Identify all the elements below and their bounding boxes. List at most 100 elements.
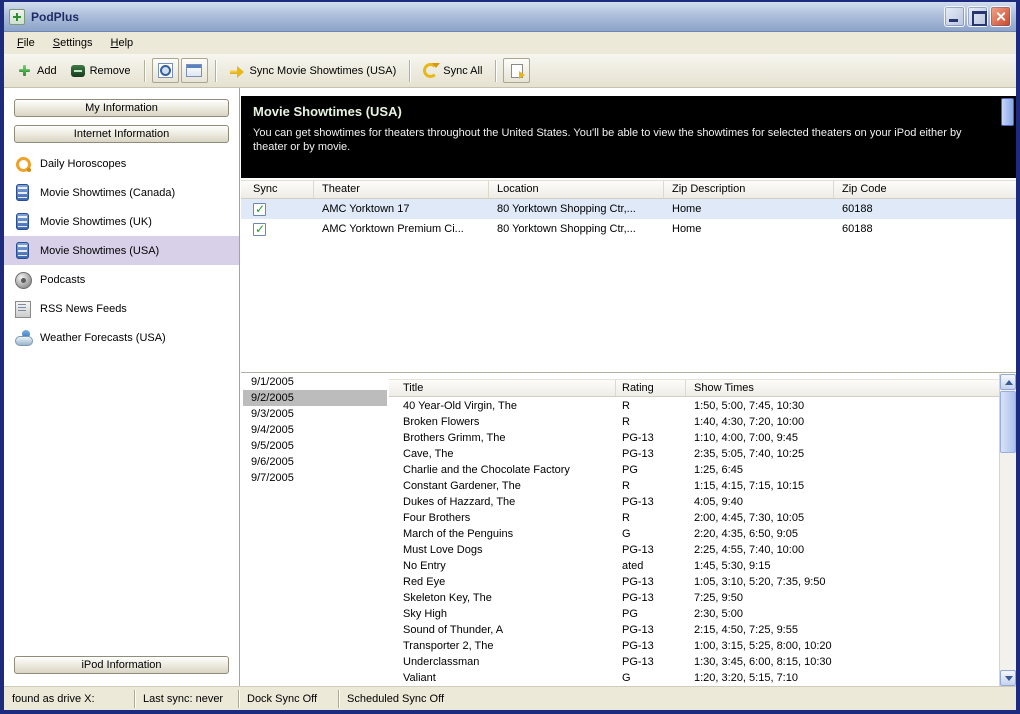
- sync-all-label: Sync All: [443, 64, 483, 77]
- theater-name: AMC Yorktown 17: [322, 203, 410, 215]
- movie-title: No Entry: [403, 560, 446, 572]
- sidebar-item-label: Movie Showtimes (USA): [40, 244, 160, 257]
- movie-row[interactable]: Underclassman PG-13 1:30, 3:45, 6:00, 8:…: [389, 654, 999, 670]
- theater-row[interactable]: AMC Yorktown Premium Ci... 80 Yorktown S…: [241, 219, 1016, 239]
- sync-checkbox[interactable]: [253, 222, 266, 236]
- toolbar: Add Remove Sync Movie Showtimes (USA) Sy…: [4, 54, 1016, 88]
- scrollbar-thumb[interactable]: [1000, 391, 1016, 453]
- column-header-theater[interactable]: Theater: [314, 181, 489, 198]
- movie-row[interactable]: 40 Year-Old Virgin, The R 1:50, 5:00, 7:…: [389, 398, 999, 414]
- details-button[interactable]: [180, 58, 208, 83]
- theater-row[interactable]: AMC Yorktown 17 80 Yorktown Shopping Ctr…: [241, 199, 1016, 219]
- scroll-up-icon[interactable]: [1000, 374, 1016, 390]
- movie-row[interactable]: Sky High PG 2:30, 5:00: [389, 606, 999, 622]
- column-header-zip-description[interactable]: Zip Description: [664, 181, 834, 198]
- movie-title: March of the Penguins: [403, 528, 514, 540]
- movie-row[interactable]: Skeleton Key, The PG-13 7:25, 9:50: [389, 590, 999, 606]
- movie-times: 4:05, 9:40: [694, 496, 743, 508]
- card-icon: [186, 64, 203, 77]
- movie-row[interactable]: Sound of Thunder, A PG-13 2:15, 4:50, 7:…: [389, 622, 999, 638]
- sidebar-item-label: RSS News Feeds: [40, 302, 127, 315]
- movie-row[interactable]: Cave, The PG-13 2:35, 5:05, 7:40, 10:25: [389, 446, 999, 462]
- movie-rating: PG-13: [622, 432, 654, 444]
- minimize-button[interactable]: [944, 6, 965, 27]
- movie-row[interactable]: Constant Gardener, The R 1:15, 4:15, 7:1…: [389, 478, 999, 494]
- sync-all-icon: [423, 63, 441, 78]
- date-item[interactable]: 9/2/2005: [243, 390, 387, 406]
- sidebar-item-movie-showtimes-uk-[interactable]: Movie Showtimes (UK): [4, 207, 239, 236]
- date-item[interactable]: 9/3/2005: [243, 406, 387, 422]
- date-item[interactable]: 9/1/2005: [243, 374, 387, 390]
- sidebar-item-podcasts[interactable]: Podcasts: [4, 265, 239, 294]
- movie-row[interactable]: Broken Flowers R 1:40, 4:30, 7:20, 10:00: [389, 414, 999, 430]
- header-scrollbar-thumb[interactable]: [1001, 98, 1014, 126]
- sidebar-item-daily-horoscopes[interactable]: Daily Horoscopes: [4, 149, 239, 178]
- column-header-rating[interactable]: Rating: [616, 380, 686, 396]
- my-information-button[interactable]: My Information: [14, 99, 229, 117]
- preview-button[interactable]: [151, 58, 179, 83]
- internet-information-button[interactable]: Internet Information: [14, 125, 229, 143]
- movie-row[interactable]: Charlie and the Chocolate Factory PG 1:2…: [389, 462, 999, 478]
- sidebar-item-label: Daily Horoscopes: [40, 157, 127, 170]
- movie-row[interactable]: Brothers Grimm, The PG-13 1:10, 4:00, 7:…: [389, 430, 999, 446]
- sidebar-list: Daily Horoscopes Movie Showtimes (Canada…: [4, 149, 239, 352]
- add-icon: [17, 63, 32, 78]
- column-header-showtimes[interactable]: Show Times: [686, 380, 999, 396]
- date-item[interactable]: 9/6/2005: [243, 454, 387, 470]
- movie-row[interactable]: Must Love Dogs PG-13 2:25, 4:55, 7:40, 1…: [389, 542, 999, 558]
- section-header: Movie Showtimes (USA) You can get showti…: [241, 96, 1016, 178]
- movie-times: 1:05, 3:10, 5:20, 7:35, 9:50: [694, 576, 826, 588]
- menu-item[interactable]: File: [8, 34, 44, 52]
- movie-scrollbar[interactable]: [999, 374, 1016, 686]
- movie-rating: PG: [622, 608, 638, 620]
- add-button-label: Add: [37, 64, 57, 77]
- menu-item[interactable]: Help: [102, 34, 143, 52]
- movie-row[interactable]: March of the Penguins G 2:20, 4:35, 6:50…: [389, 526, 999, 542]
- sidebar-item-weather-forecasts-usa-[interactable]: Weather Forecasts (USA): [4, 323, 239, 352]
- sidebar-item-icon: [14, 271, 32, 289]
- date-item[interactable]: 9/4/2005: [243, 422, 387, 438]
- movie-title: Dukes of Hazzard, The: [403, 496, 516, 508]
- column-header-zip-code[interactable]: Zip Code: [834, 181, 1016, 198]
- status-bar: found as drive X: Last sync: never Dock …: [4, 686, 1016, 710]
- column-header-sync[interactable]: Sync: [241, 181, 314, 198]
- movie-row[interactable]: No Entry ated 1:45, 5:30, 9:15: [389, 558, 999, 574]
- maximize-button[interactable]: [967, 6, 988, 27]
- column-header-title[interactable]: Title: [389, 380, 616, 396]
- movie-row[interactable]: Valiant G 1:20, 3:20, 5:15, 7:10: [389, 670, 999, 686]
- movie-row[interactable]: Transporter 2, The PG-13 1:00, 3:15, 5:2…: [389, 638, 999, 654]
- sidebar-item-rss-news-feeds[interactable]: RSS News Feeds: [4, 294, 239, 323]
- sidebar-item-movie-showtimes-usa-[interactable]: Movie Showtimes (USA): [4, 236, 239, 265]
- movie-row[interactable]: Dukes of Hazzard, The PG-13 4:05, 9:40: [389, 494, 999, 510]
- sidebar-item-label: Movie Showtimes (UK): [40, 215, 152, 228]
- sync-checkbox[interactable]: [253, 202, 266, 216]
- column-header-location[interactable]: Location: [489, 181, 664, 198]
- sync-icon: [229, 64, 245, 78]
- movie-times: 1:20, 3:20, 5:15, 7:10: [694, 672, 798, 684]
- sync-doc-button[interactable]: [503, 58, 531, 83]
- date-item[interactable]: 9/5/2005: [243, 438, 387, 454]
- date-item[interactable]: 9/7/2005: [243, 470, 387, 486]
- close-button[interactable]: [990, 6, 1011, 27]
- movie-row[interactable]: Four Brothers R 2:00, 4:45, 7:30, 10:05: [389, 510, 999, 526]
- menu-item[interactable]: Settings: [44, 34, 102, 52]
- movie-rating: PG-13: [622, 592, 654, 604]
- movie-times: 1:40, 4:30, 7:20, 10:00: [694, 416, 805, 428]
- movie-times: 1:15, 4:15, 7:15, 10:15: [694, 480, 805, 492]
- header-scrollbar[interactable]: [1001, 98, 1014, 176]
- movie-rating: PG-13: [622, 544, 654, 556]
- toolbar-separator: [495, 59, 497, 82]
- sync-selected-button[interactable]: Sync Movie Showtimes (USA): [222, 60, 404, 82]
- sync-all-button[interactable]: Sync All: [416, 59, 489, 82]
- scroll-down-icon[interactable]: [1000, 670, 1016, 686]
- toolbar-separator: [143, 59, 145, 82]
- theater-rows: AMC Yorktown 17 80 Yorktown Shopping Ctr…: [241, 199, 1016, 239]
- movie-times: 2:00, 4:45, 7:30, 10:05: [694, 512, 805, 524]
- movie-row[interactable]: Red Eye PG-13 1:05, 3:10, 5:20, 7:35, 9:…: [389, 574, 999, 590]
- add-button[interactable]: Add: [10, 59, 64, 82]
- sidebar-item-movie-showtimes-canada-[interactable]: Movie Showtimes (Canada): [4, 178, 239, 207]
- remove-button[interactable]: Remove: [64, 61, 138, 81]
- title-bar[interactable]: PodPlus: [4, 2, 1016, 32]
- movie-rating: PG: [622, 464, 638, 476]
- ipod-information-button[interactable]: iPod Information: [14, 656, 229, 674]
